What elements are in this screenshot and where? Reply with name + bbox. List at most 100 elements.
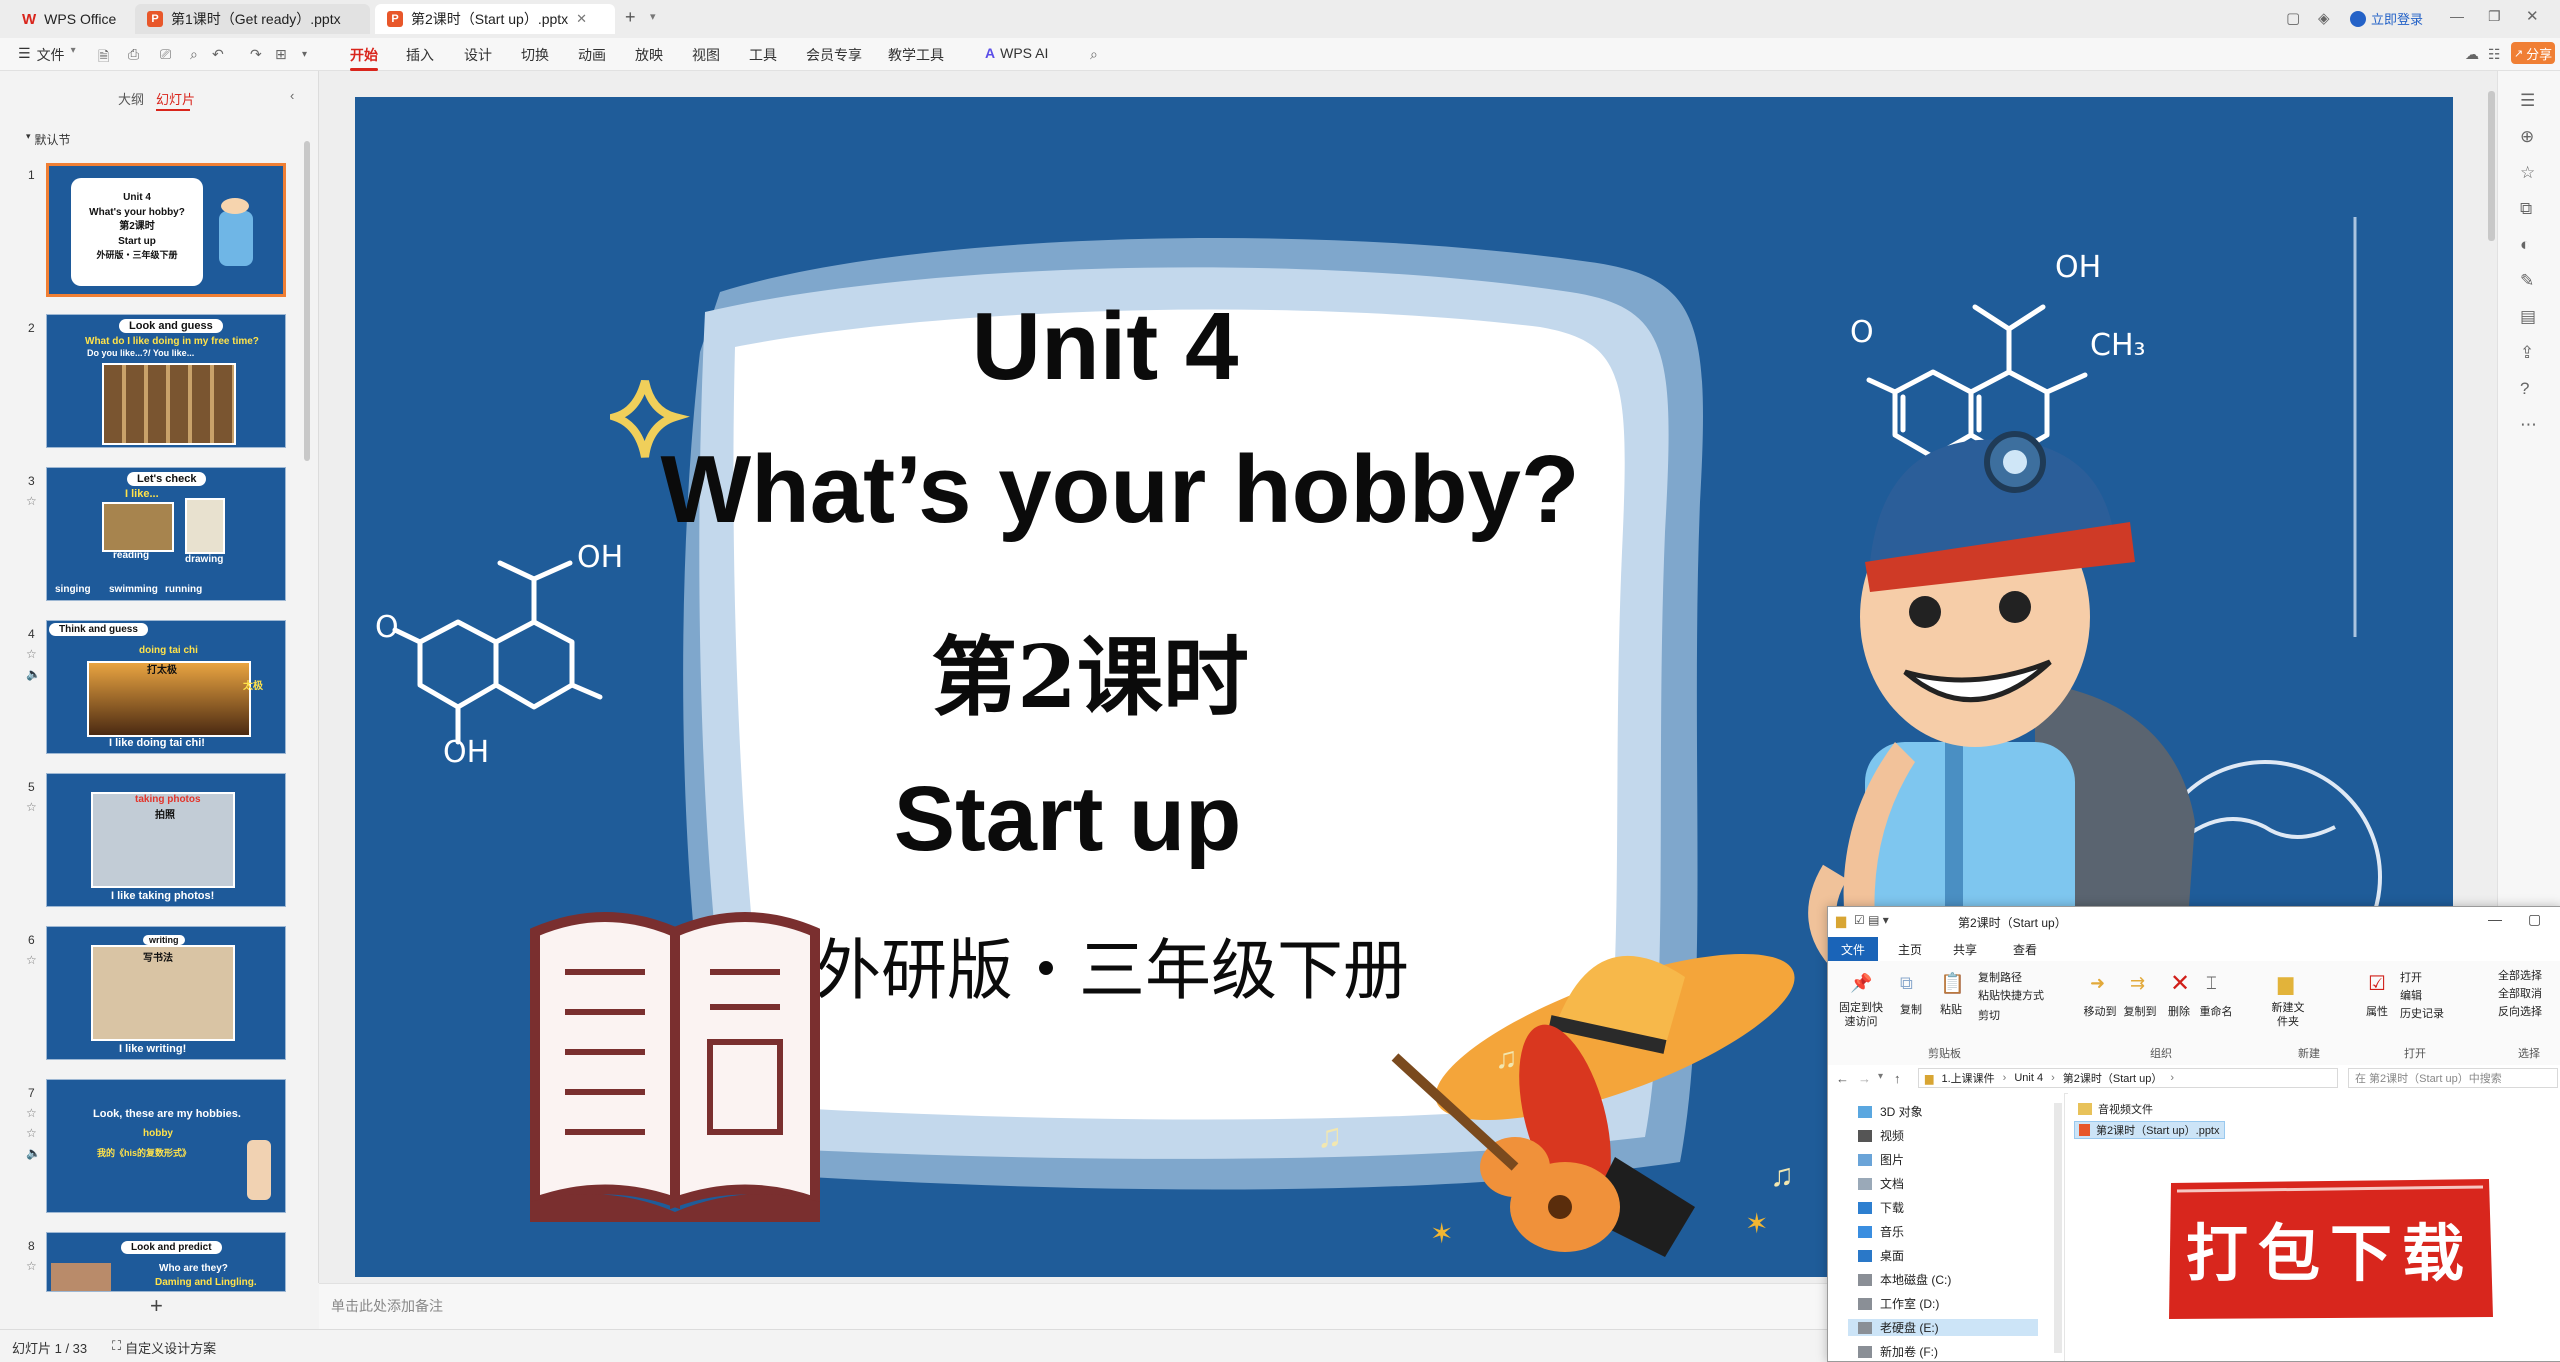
properties-icon[interactable]: ☑ [2368,971,2386,996]
more-icon[interactable]: ⋯ [2520,415,2537,435]
file-item[interactable]: 第2课时（Start up）.pptx [2074,1121,2225,1139]
copy-icon[interactable]: ⧉ [2520,199,2532,219]
copy-button-label[interactable]: 复制 [1896,1001,1926,1017]
invert-selection-button[interactable]: 反向选择 [2498,1003,2542,1019]
up-icon[interactable]: ↑ [1894,1071,1901,1086]
chevron-down-icon[interactable]: ▾ [1878,1071,1883,1082]
slide-thumbnail-7[interactable]: Look, these are my hobbies. hobby 我的《his… [46,1079,286,1213]
menu-home[interactable]: 开始 [350,45,378,71]
new-folder-icon[interactable]: ▆ [2278,971,2293,996]
collapse-panel-icon[interactable]: ‹ [290,88,294,103]
nav-item-music[interactable]: 音乐 [1858,1223,1904,1240]
menu-slideshow[interactable]: 放映 [635,45,663,65]
pin-icon[interactable]: 📌 [1850,973,1872,994]
nav-scrollbar[interactable] [2054,1103,2062,1353]
slide-thumbnail-6[interactable]: writing 写书法 I like writing! [46,926,286,1060]
palette-icon[interactable]: ◐ [2520,235,2530,255]
copy-path-button[interactable]: 复制路径 [1978,969,2022,985]
save-icon[interactable]: 🗎 [98,46,109,70]
tab-wps-home[interactable]: W WPS Office [10,4,130,34]
slide-section[interactable]: Start up [355,767,1780,872]
slide-thumbnail-8[interactable]: Look and predict Who are they? Daming an… [46,1232,286,1292]
search-icon[interactable]: ⌕ [1090,46,1098,63]
move-to-label[interactable]: 移动到 [2080,1003,2120,1019]
login-button[interactable]: 立即登录 [2350,9,2423,28]
add-slide-button[interactable]: + [150,1293,163,1319]
paste-icon[interactable]: 📋 [1940,971,1965,996]
copy-to-label[interactable]: 复制到 [2120,1003,2160,1019]
menu-teaching-tools[interactable]: 教学工具 [888,45,944,65]
history-button[interactable]: 历史记录 [2400,1005,2444,1021]
nav-item-downloads[interactable]: 下载 [1858,1199,1904,1216]
nav-item-videos[interactable]: 视频 [1858,1127,1904,1144]
edit-button[interactable]: 编辑 [2400,987,2422,1003]
tab-outline[interactable]: 大纲 [118,89,144,108]
tab-slides[interactable]: 幻灯片 [156,89,195,108]
menu-wps-ai[interactable]: A WPS AI [985,45,1048,61]
chevron-down-icon[interactable]: ▾ [650,10,656,23]
menu-design[interactable]: 设计 [464,45,492,65]
ribbon-tab-file[interactable]: 文件 [1828,937,1878,961]
file-menu[interactable]: ☰ 文件 ▾ [18,45,76,65]
minimize-icon[interactable]: — [2488,911,2502,927]
close-icon[interactable]: ✕ [576,11,587,27]
maximize-icon[interactable]: ❐ [2488,8,2501,25]
new-tab-icon[interactable]: + [625,7,636,28]
pin-button-label[interactable]: 固定到快速访问 [1834,1001,1888,1030]
breadcrumb-item[interactable]: 1.上课课件 [1941,1070,1994,1086]
slide-title[interactable]: Unit 4 [355,292,1855,402]
settings-icon[interactable]: ☰ [2520,91,2535,111]
paste-shortcut-button[interactable]: 粘贴快捷方式 [1978,987,2044,1003]
nav-item-documents[interactable]: 文档 [1858,1175,1904,1192]
rename-icon[interactable]: ⌶ [2206,973,2217,994]
export-icon[interactable]: ⎙ [128,46,139,63]
preview-icon[interactable]: ⌕ [190,46,198,63]
share-icon[interactable]: ⇪ [2520,343,2534,363]
nav-item-drive-e[interactable]: 老硬盘 (E:) [1848,1319,2038,1336]
menu-tools[interactable]: 工具 [749,45,777,65]
tab-lesson-2[interactable]: P 第2课时（Start up）.pptx ✕ [375,4,615,34]
menu-transition[interactable]: 切换 [521,45,549,65]
quick-access-icons[interactable]: ☑ ▤ ▾ [1854,913,1889,927]
search-input[interactable]: 在 第2课时（Start up）中搜索 [2348,1068,2558,1088]
nav-item-drive-f[interactable]: 新加卷 (F:) [1858,1343,1938,1360]
notes-placeholder[interactable]: 单击此处添加备注 [331,1296,443,1316]
format-painter-icon[interactable]: ⊞ [275,46,287,63]
cut-button[interactable]: 剪切 [1978,1007,2000,1023]
copy-to-icon[interactable]: ⇉ [2130,973,2145,994]
ribbon-tab-share[interactable]: 共享 [1953,941,1977,958]
menu-view[interactable]: 视图 [692,45,720,65]
skin-icon[interactable]: ◈ [2318,9,2330,27]
magic-icon[interactable]: ✎ [2520,271,2534,291]
minimize-icon[interactable]: — [2450,8,2464,24]
redo-icon[interactable]: ↷ [250,46,262,63]
slide-thumbnail-3[interactable]: Let's check I like... reading drawing si… [46,467,286,601]
slide-thumbnail-5[interactable]: taking photos 拍照 I like taking photos! [46,773,286,907]
slide-thumbnail-4[interactable]: Think and guess doing tai chi 打太极 太极 I l… [46,620,286,754]
nav-item-3d[interactable]: 3D 对象 [1858,1103,1923,1120]
tab-lesson-1[interactable]: P 第1课时（Get ready）.pptx [135,4,370,34]
chevron-down-icon[interactable]: ▾ [302,49,307,60]
canvas-scrollbar[interactable] [2488,91,2495,241]
copy-icon[interactable]: ⧉ [1900,973,1913,994]
nav-item-pictures[interactable]: 图片 [1858,1151,1904,1168]
layout-icon[interactable]: ▤ [2520,307,2536,327]
star-icon[interactable]: ☆ [2520,163,2535,183]
select-none-button[interactable]: 全部取消 [2498,985,2542,1001]
slide-edition[interactable]: 外研版・三年级下册 [815,917,1409,1013]
slide-subtitle[interactable]: What’s your hobby? [355,435,1885,545]
paste-button-label[interactable]: 粘贴 [1936,1001,1966,1017]
close-window-icon[interactable]: ✕ [2526,7,2539,25]
section-header[interactable]: ▾ 默认节 [26,131,71,148]
ribbon-tab-view[interactable]: 查看 [2013,941,2037,958]
maximize-icon[interactable]: ▢ [2528,911,2541,928]
ribbon-tab-home[interactable]: 主页 [1898,941,1922,958]
delete-icon[interactable]: ✕ [2170,969,2190,998]
slide-thumbnail-2[interactable]: Look and guess What do I like doing in m… [46,314,286,448]
share-button[interactable]: ↗ 分享 [2511,42,2555,64]
breadcrumb-item[interactable]: 第2课时（Start up） [2063,1070,2163,1086]
open-button[interactable]: 打开 [2400,969,2422,985]
rename-label[interactable]: 重命名 [2196,1003,2236,1019]
slide-thumbnail-1[interactable]: Unit 4 What's your hobby? 第2课时 Start up … [46,163,286,297]
back-icon[interactable]: ← [1836,1071,1849,1086]
